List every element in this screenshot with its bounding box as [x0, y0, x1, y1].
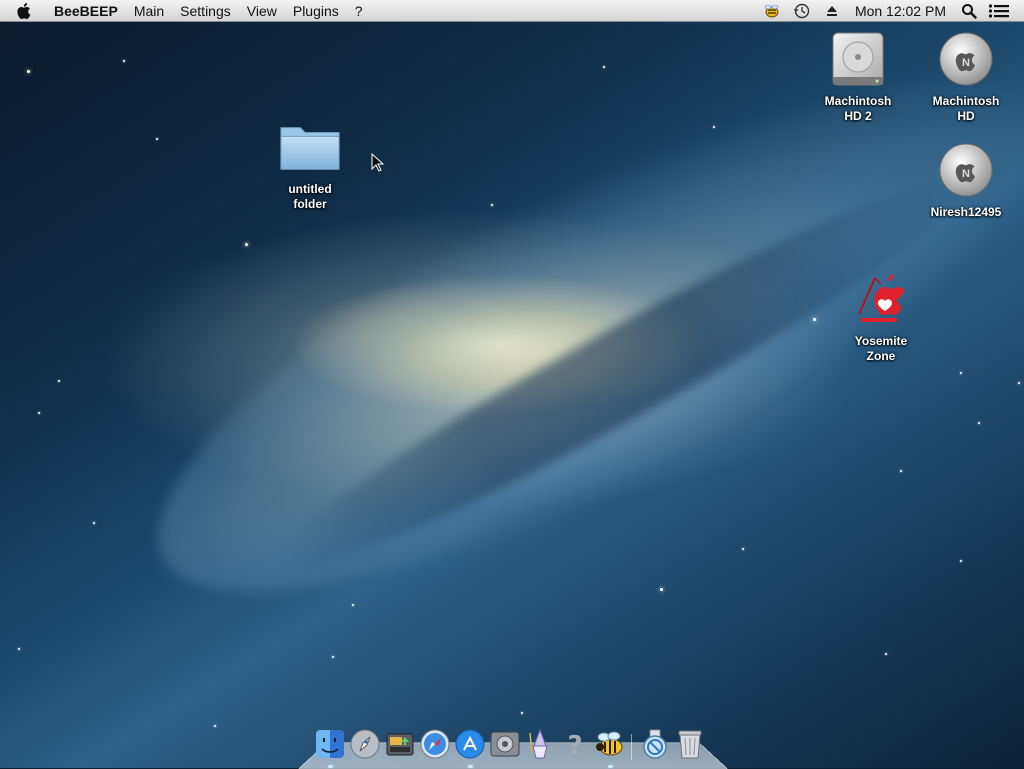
safari-icon[interactable] [417, 726, 452, 762]
star [900, 470, 902, 472]
desktop-icon-label: Zone [866, 349, 896, 363]
system-preferences-icon[interactable] [487, 726, 522, 762]
star [885, 653, 887, 655]
downloads-stack-icon[interactable] [637, 726, 672, 762]
star [123, 60, 125, 62]
beebeep-icon[interactable] [592, 726, 627, 768]
star [660, 588, 663, 591]
star [521, 712, 523, 714]
svg-text:?: ? [567, 731, 582, 759]
svg-text:N: N [962, 57, 970, 69]
app-store-icon[interactable] [452, 726, 487, 768]
menu-view[interactable]: View [239, 0, 285, 22]
star [742, 548, 744, 550]
desktop-icon-machintosh-hd-2[interactable]: Machintosh HD 2 [803, 28, 913, 124]
star [214, 725, 216, 727]
menu-help[interactable]: ? [347, 0, 371, 22]
star [38, 412, 40, 414]
menu-main[interactable]: Main [126, 0, 172, 22]
launchpad-icon[interactable] [347, 726, 382, 762]
star [1018, 382, 1020, 384]
desktop-icon-label: HD [957, 109, 975, 123]
star [978, 422, 980, 424]
desktop-icon-label: Machintosh [824, 94, 892, 108]
desktop-icon-label: Niresh12495 [930, 205, 1002, 219]
help-icon[interactable]: ? [557, 726, 592, 762]
star [960, 372, 962, 374]
star [58, 380, 60, 382]
menu-app-name[interactable]: BeeBEEP [46, 0, 126, 22]
menu-extras: Mon 12:02 PM [757, 0, 1024, 22]
menubar-clock[interactable]: Mon 12:02 PM [847, 3, 954, 19]
desktop-icon-machintosh-hd[interactable]: N Machintosh HD [911, 28, 1021, 124]
trash-icon[interactable] [672, 726, 707, 762]
menu-plugins[interactable]: Plugins [285, 0, 347, 22]
dock: ? [312, 722, 707, 768]
svg-text:N: N [962, 168, 970, 180]
star [352, 604, 354, 606]
desktop-icon-label: folder [293, 197, 327, 211]
star [18, 648, 20, 650]
finder-icon[interactable] [312, 726, 347, 768]
desktop-icon-label: untitled [288, 182, 332, 196]
dock-separator [627, 728, 637, 762]
menu-settings[interactable]: Settings [172, 0, 239, 22]
image-capture-icon[interactable] [382, 726, 417, 762]
time-machine-icon[interactable] [790, 0, 814, 22]
desktop-icon-untitled-folder[interactable]: untitled folder [255, 116, 365, 212]
star [245, 243, 248, 246]
star [332, 656, 334, 658]
star [960, 560, 962, 562]
star [813, 318, 816, 321]
desktop-icon-label: Machintosh [932, 94, 1000, 108]
notification-center-icon[interactable] [987, 0, 1011, 22]
beebeep-tray-icon[interactable] [760, 0, 784, 22]
niresh-disk-icon: N [934, 139, 998, 201]
star [491, 204, 493, 206]
star [156, 138, 158, 140]
yosemite-zone-icon [849, 268, 913, 330]
folder-icon [278, 116, 342, 178]
eject-icon[interactable] [820, 0, 844, 22]
star [713, 126, 715, 128]
desktop-icon-yosemite-zone[interactable]: Yosemite Zone [826, 268, 936, 364]
star [603, 66, 605, 68]
desktop-icon-label: Yosemite [854, 334, 908, 348]
apple-menu-icon[interactable] [12, 2, 38, 20]
wizard-icon[interactable] [522, 726, 557, 762]
star [27, 70, 30, 73]
desktop-icon-niresh12495[interactable]: N Niresh12495 [911, 139, 1021, 220]
menu-bar: BeeBEEP Main Settings View Plugins ? Mon… [0, 0, 1024, 22]
star [93, 522, 95, 524]
niresh-disk-icon: N [934, 28, 998, 90]
hard-drive-icon [826, 28, 890, 90]
spotlight-icon[interactable] [957, 0, 981, 22]
desktop-icon-label: HD 2 [844, 109, 872, 123]
mouse-cursor-icon [371, 153, 385, 172]
